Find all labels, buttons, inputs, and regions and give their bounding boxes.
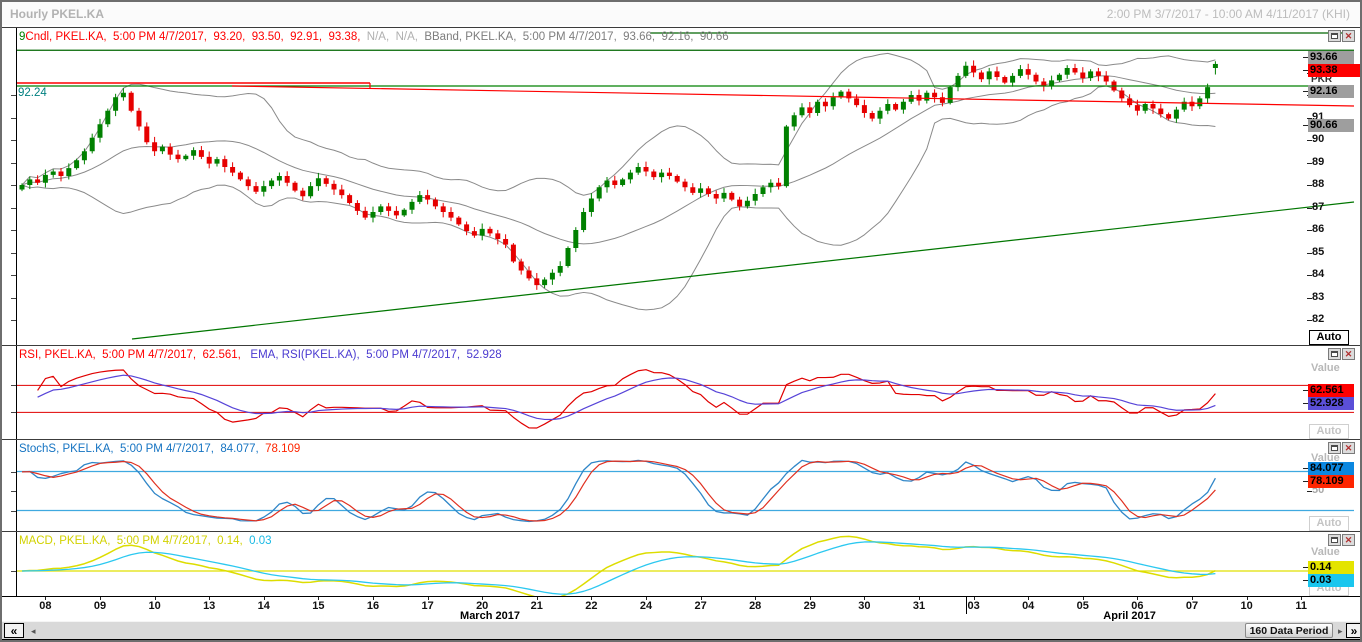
rsi-auto-button[interactable]: Auto [1309,424,1349,439]
window-glyph [1331,537,1338,543]
close-pane-icon[interactable]: ✕ [1342,30,1355,42]
scroll-far-left-button[interactable]: « [4,623,24,638]
macd-axis: Value0.140.03Auto✕ [2,532,1360,596]
day-label: 08 [39,600,51,612]
day-label: 09 [94,600,106,612]
value-badge: 0.03 [1308,574,1354,587]
scroll-step-left-arrow[interactable]: ◂ [31,626,36,637]
axis-tick [11,511,16,512]
axis-tick-label: 84 [1312,268,1324,280]
day-label: 04 [1022,600,1034,612]
axis-tick-label: 82 [1312,313,1324,325]
macd-pane: MACD, PKEL.KA, 5:00 PM 4/7/2017, 0.14, 0… [2,532,1360,596]
day-label: 29 [804,600,816,612]
close-pane-icon[interactable]: ✕ [1342,442,1355,454]
stochastics-axis: 50Value84.07778.109Auto✕ [2,440,1360,531]
day-label: 15 [312,600,324,612]
close-pane-icon[interactable]: ✕ [1342,534,1355,546]
axis-tick [11,163,16,164]
value-badge: 52.928 [1308,397,1354,410]
axis-tick-label: 85 [1312,246,1324,258]
price-auto-button[interactable]: Auto [1309,330,1349,345]
value-badge: 93.38 [1308,64,1362,77]
chart-window: Hourly PKEL.KA 2:00 PM 3/7/2017 - 10:00 … [0,0,1362,642]
scroll-far-right-button[interactable]: » [1346,623,1362,638]
price-axis: 939291908988878685848382PKR93.6693.3892.… [2,28,1360,345]
axis-tick-label: 90 [1312,133,1324,145]
axis-tick [11,185,16,186]
axis-tick [11,571,16,572]
axis-tick [11,472,16,473]
title-bar: Hourly PKEL.KA 2:00 PM 3/7/2017 - 10:00 … [2,2,1360,25]
axis-tick-label: 87 [1312,201,1324,213]
axis-title: Value [1311,362,1340,374]
axis-tick [11,140,16,141]
stoch-auto-button[interactable]: Auto [1309,516,1349,531]
close-pane-icon[interactable]: ✕ [1342,348,1355,360]
time-axis-border [2,596,1360,597]
axis-tick [11,275,16,276]
day-label: 16 [367,600,379,612]
scrollbar[interactable]: « ◂ 160 Data Period ▸ » [2,621,1360,640]
day-label: 28 [749,600,761,612]
value-badge: 62.561 [1308,384,1354,397]
value-badge: 92.16 [1308,85,1354,98]
minimize-pane-icon[interactable] [1328,348,1341,360]
day-label: 11 [1295,600,1307,612]
axis-tick [11,298,16,299]
month-separator-tick [966,597,967,614]
minimize-pane-icon[interactable] [1328,534,1341,546]
day-label: 03 [967,600,979,612]
value-badge: 84.077 [1308,462,1354,475]
rsi-pane: RSI, PKEL.KA, 5:00 PM 4/7/2017, 62.561, … [2,346,1360,439]
axis-tick [11,208,16,209]
axis-tick-label: 89 [1312,156,1324,168]
axis-title: Value [1311,546,1340,558]
axis-tick-label: 86 [1312,223,1324,235]
axis-tick [11,118,16,119]
price-pane: 9Cndl, PKEL.KA, 5:00 PM 4/7/2017, 93.20,… [2,28,1360,345]
day-label: 17 [421,600,433,612]
day-label: 21 [531,600,543,612]
value-badge: 90.66 [1308,119,1354,132]
day-label: 07 [1186,600,1198,612]
window-glyph [1331,445,1338,451]
window-glyph [1331,33,1338,39]
value-badge: 0.14 [1308,561,1354,574]
day-label: 24 [640,600,652,612]
window-glyph [1331,351,1338,357]
day-label: 13 [203,600,215,612]
day-label: 10 [1240,600,1252,612]
minimize-pane-icon[interactable] [1328,30,1341,42]
day-label: 05 [1077,600,1089,612]
rsi-axis: Value 62.56152.928 Auto ✕ [2,346,1360,439]
axis-tick [11,385,16,386]
value-badge: 93.66 [1308,51,1354,64]
axis-tick [11,253,16,254]
axis-tick [11,230,16,231]
window-title: Hourly PKEL.KA [10,7,104,21]
axis-tick-label: 88 [1312,178,1324,190]
axis-tick [11,491,16,492]
day-label: 22 [585,600,597,612]
data-period-button[interactable]: 160 Data Period [1245,623,1333,638]
axis-tick [11,412,16,413]
stochastics-pane: StochS, PKEL.KA, 5:00 PM 4/7/2017, 84.07… [2,440,1360,531]
axis-tick [11,320,16,321]
day-label: 27 [694,600,706,612]
scroll-step-right-arrow[interactable]: ▸ [1338,626,1343,637]
axis-tick-label: 83 [1312,291,1324,303]
time-axis: 0809101314151617202122242728293031030405… [2,597,1360,621]
axis-tick [11,95,16,96]
day-label: 14 [258,600,270,612]
day-label: 30 [858,600,870,612]
day-label: 31 [913,600,925,612]
value-badge: 78.109 [1308,475,1354,488]
time-range-label: 2:00 PM 3/7/2017 - 10:00 AM 4/11/2017 (K… [1107,7,1350,21]
minimize-pane-icon[interactable] [1328,442,1341,454]
day-label: 10 [148,600,160,612]
